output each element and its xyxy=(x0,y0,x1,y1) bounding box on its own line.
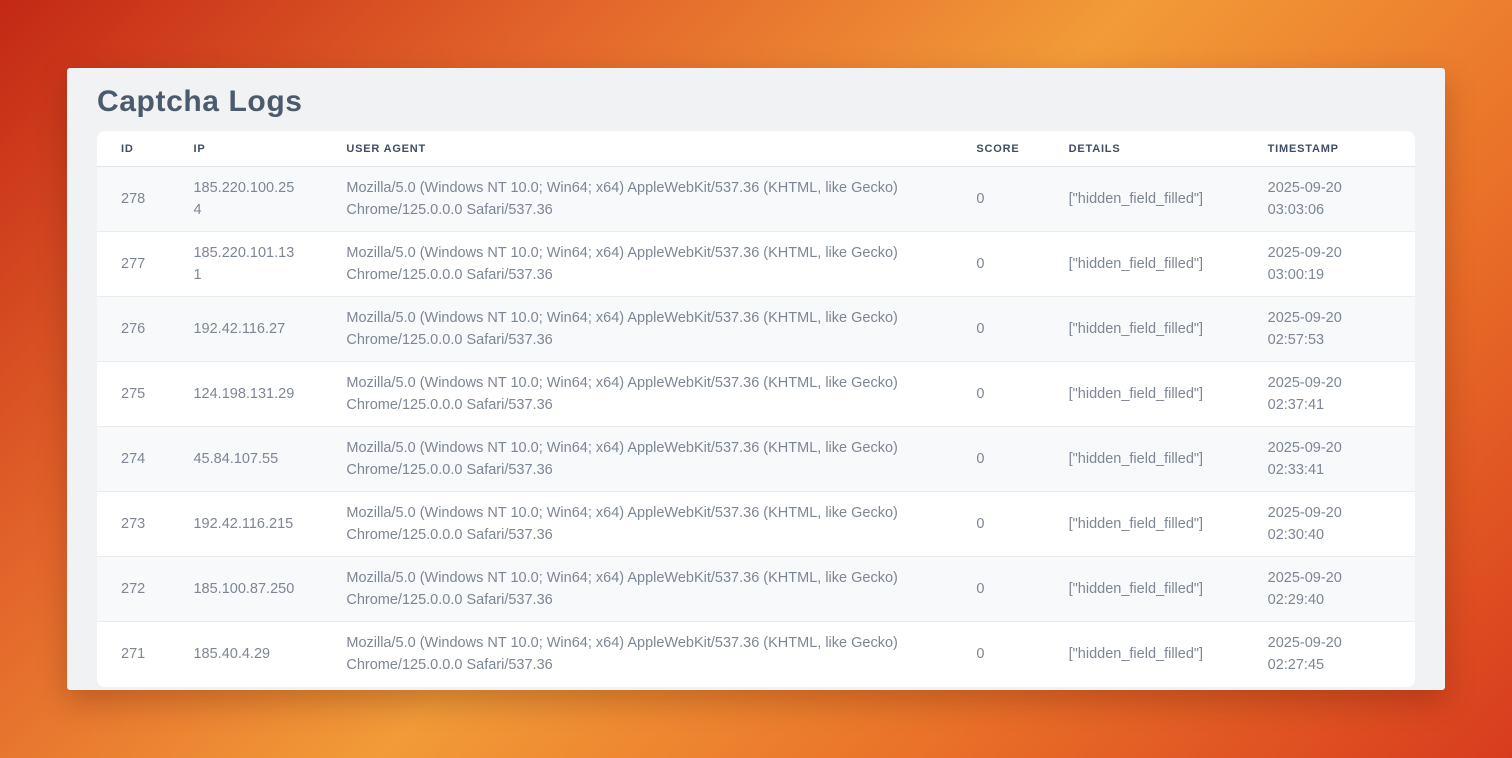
cell-details: ["hidden_field_filled"] xyxy=(1045,297,1244,362)
table-row: 276 192.42.116.27 Mozilla/5.0 (Windows N… xyxy=(97,297,1415,362)
cell-user-agent: Mozilla/5.0 (Windows NT 10.0; Win64; x64… xyxy=(322,167,952,232)
table-body: 278 185.220.100.254 Mozilla/5.0 (Windows… xyxy=(97,167,1415,687)
cell-timestamp: 2025-09-20 02:37:41 xyxy=(1244,362,1415,427)
table-header-row: ID IP USER AGENT SCORE DETAILS TIMESTAMP xyxy=(97,131,1415,167)
table-row: 274 45.84.107.55 Mozilla/5.0 (Windows NT… xyxy=(97,427,1415,492)
column-header-timestamp: TIMESTAMP xyxy=(1244,131,1415,167)
cell-score: 0 xyxy=(952,167,1044,232)
page-background: Captcha Logs ID IP USER AGENT SCORE DETA… xyxy=(0,0,1512,758)
cell-timestamp: 2025-09-20 02:57:53 xyxy=(1244,297,1415,362)
column-header-id: ID xyxy=(97,131,169,167)
column-header-user-agent: USER AGENT xyxy=(322,131,952,167)
cell-timestamp: 2025-09-20 02:27:45 xyxy=(1244,622,1415,687)
cell-details: ["hidden_field_filled"] xyxy=(1045,167,1244,232)
cell-ip: 192.42.116.27 xyxy=(169,297,322,362)
cell-user-agent: Mozilla/5.0 (Windows NT 10.0; Win64; x64… xyxy=(322,557,952,622)
cell-score: 0 xyxy=(952,362,1044,427)
table-row: 271 185.40.4.29 Mozilla/5.0 (Windows NT … xyxy=(97,622,1415,687)
cell-id: 271 xyxy=(97,622,169,687)
cell-details: ["hidden_field_filled"] xyxy=(1045,557,1244,622)
cell-timestamp: 2025-09-20 02:33:41 xyxy=(1244,427,1415,492)
cell-score: 0 xyxy=(952,622,1044,687)
cell-score: 0 xyxy=(952,492,1044,557)
cell-id: 274 xyxy=(97,427,169,492)
cell-ip: 185.100.87.250 xyxy=(169,557,322,622)
cell-id: 273 xyxy=(97,492,169,557)
page-title: Captcha Logs xyxy=(97,68,1415,120)
logs-table: ID IP USER AGENT SCORE DETAILS TIMESTAMP… xyxy=(97,131,1415,687)
table-row: 278 185.220.100.254 Mozilla/5.0 (Windows… xyxy=(97,167,1415,232)
cell-user-agent: Mozilla/5.0 (Windows NT 10.0; Win64; x64… xyxy=(322,232,952,297)
cell-details: ["hidden_field_filled"] xyxy=(1045,492,1244,557)
cell-score: 0 xyxy=(952,557,1044,622)
column-header-score: SCORE xyxy=(952,131,1044,167)
cell-details: ["hidden_field_filled"] xyxy=(1045,232,1244,297)
cell-ip: 45.84.107.55 xyxy=(169,427,322,492)
cell-details: ["hidden_field_filled"] xyxy=(1045,427,1244,492)
cell-ip: 185.220.101.131 xyxy=(169,232,322,297)
cell-id: 275 xyxy=(97,362,169,427)
table-row: 272 185.100.87.250 Mozilla/5.0 (Windows … xyxy=(97,557,1415,622)
cell-user-agent: Mozilla/5.0 (Windows NT 10.0; Win64; x64… xyxy=(322,492,952,557)
cell-details: ["hidden_field_filled"] xyxy=(1045,362,1244,427)
table-row: 277 185.220.101.131 Mozilla/5.0 (Windows… xyxy=(97,232,1415,297)
table-row: 275 124.198.131.29 Mozilla/5.0 (Windows … xyxy=(97,362,1415,427)
cell-timestamp: 2025-09-20 03:00:19 xyxy=(1244,232,1415,297)
column-header-details: DETAILS xyxy=(1045,131,1244,167)
captcha-logs-table: ID IP USER AGENT SCORE DETAILS TIMESTAMP… xyxy=(97,131,1415,687)
cell-user-agent: Mozilla/5.0 (Windows NT 10.0; Win64; x64… xyxy=(322,622,952,687)
cell-id: 272 xyxy=(97,557,169,622)
cell-id: 277 xyxy=(97,232,169,297)
captcha-logs-card: Captcha Logs ID IP USER AGENT SCORE DETA… xyxy=(67,68,1445,690)
cell-user-agent: Mozilla/5.0 (Windows NT 10.0; Win64; x64… xyxy=(322,427,952,492)
cell-ip: 124.198.131.29 xyxy=(169,362,322,427)
cell-timestamp: 2025-09-20 02:29:40 xyxy=(1244,557,1415,622)
cell-ip: 192.42.116.215 xyxy=(169,492,322,557)
cell-user-agent: Mozilla/5.0 (Windows NT 10.0; Win64; x64… xyxy=(322,362,952,427)
cell-ip: 185.220.100.254 xyxy=(169,167,322,232)
cell-id: 276 xyxy=(97,297,169,362)
cell-timestamp: 2025-09-20 02:30:40 xyxy=(1244,492,1415,557)
table-row: 273 192.42.116.215 Mozilla/5.0 (Windows … xyxy=(97,492,1415,557)
cell-score: 0 xyxy=(952,297,1044,362)
cell-user-agent: Mozilla/5.0 (Windows NT 10.0; Win64; x64… xyxy=(322,297,952,362)
cell-timestamp: 2025-09-20 03:03:06 xyxy=(1244,167,1415,232)
cell-ip: 185.40.4.29 xyxy=(169,622,322,687)
cell-score: 0 xyxy=(952,232,1044,297)
column-header-ip: IP xyxy=(169,131,322,167)
cell-score: 0 xyxy=(952,427,1044,492)
cell-details: ["hidden_field_filled"] xyxy=(1045,622,1244,687)
cell-id: 278 xyxy=(97,167,169,232)
